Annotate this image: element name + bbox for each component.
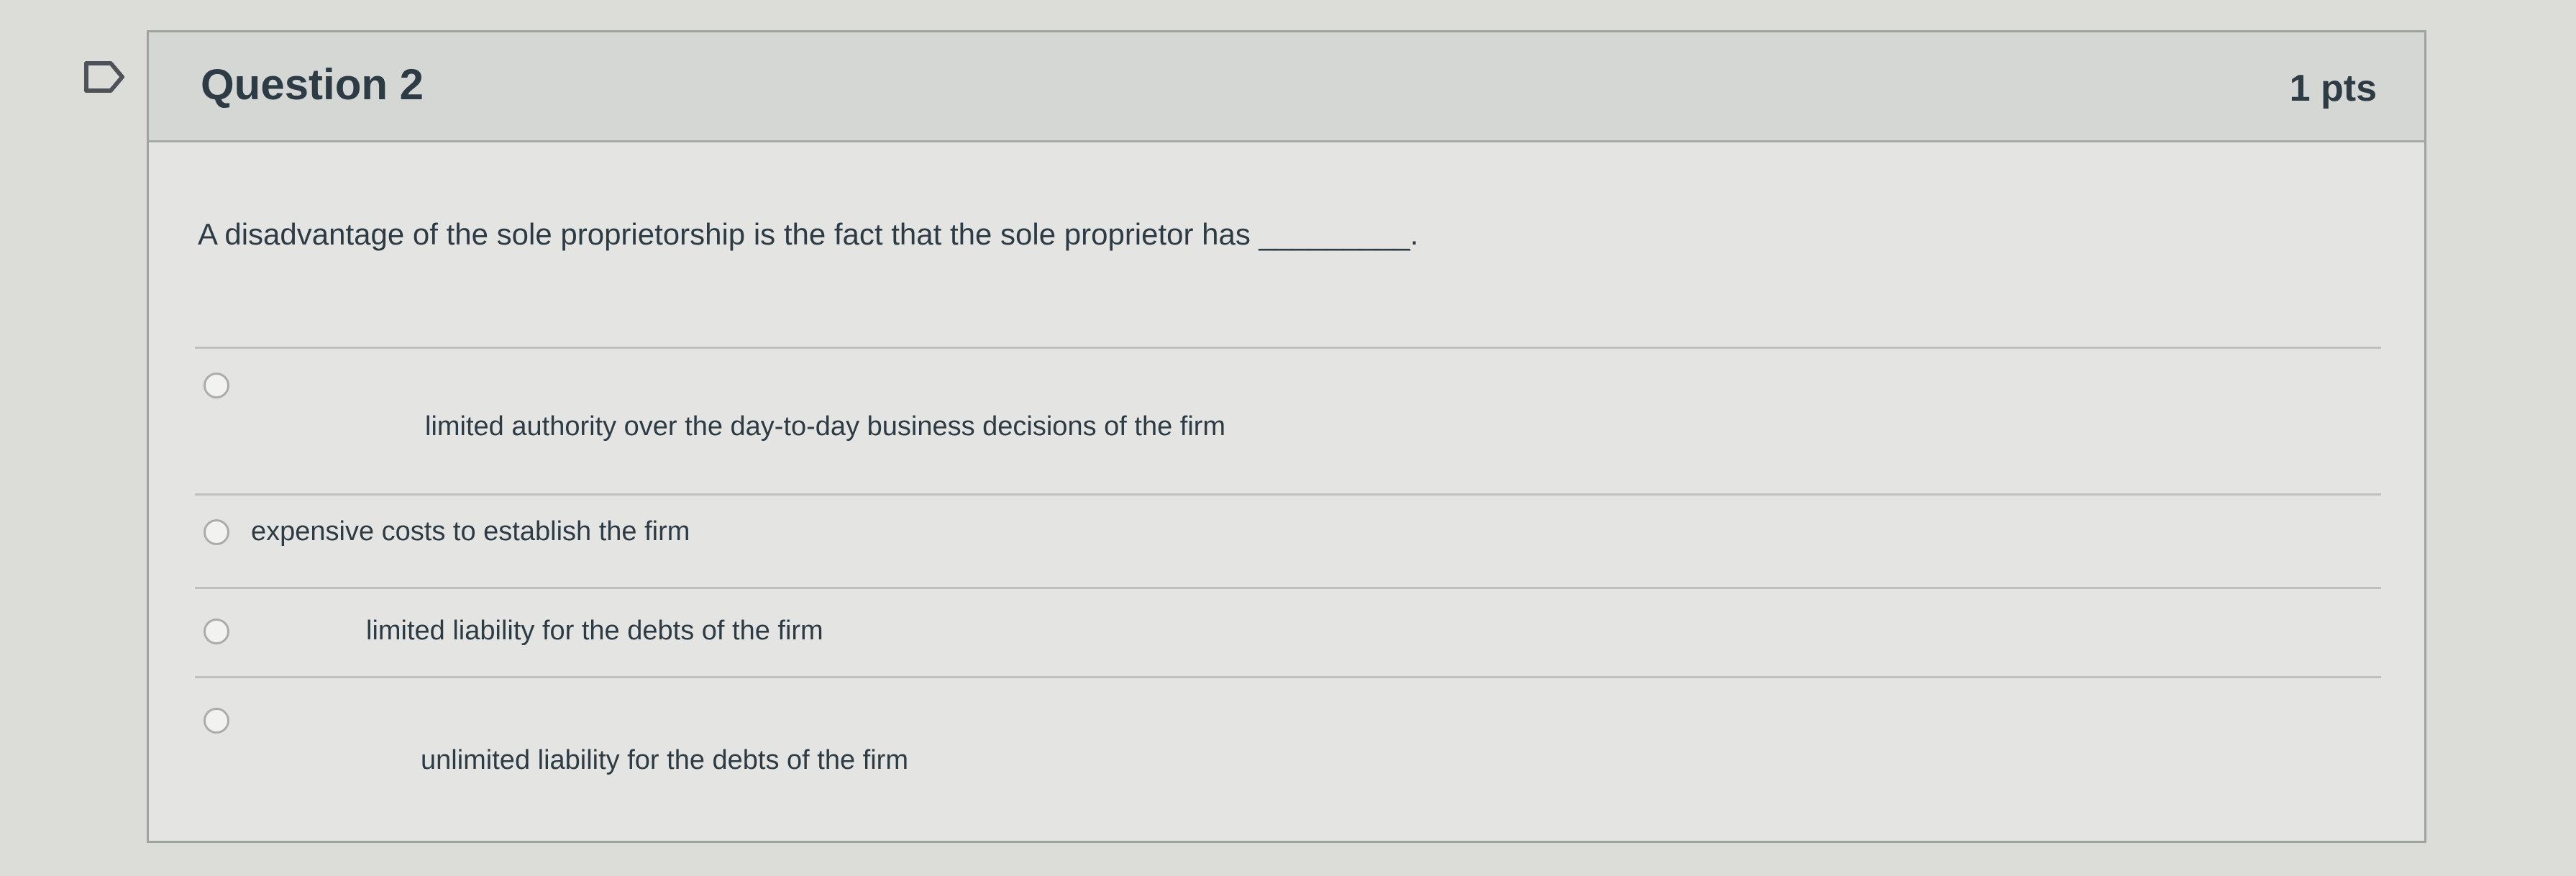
answer-divider [195,676,2381,678]
answer-option-3[interactable]: limited liability for the debts of the f… [149,610,2421,696]
answer-divider [195,347,2381,349]
answer-option-2[interactable]: expensive costs to establish the firm [149,516,2421,603]
question-header: Question 2 1 pts [149,32,2424,142]
answer-label: limited authority over the day-to-day bu… [425,411,1226,442]
answer-label: expensive costs to establish the firm [251,516,690,547]
flag-question-icon[interactable] [83,60,125,93]
answer-divider [195,493,2381,496]
question-card: Question 2 1 pts A disadvantage of the s… [147,30,2426,843]
radio-button-icon[interactable] [204,708,229,734]
question-body: A disadvantage of the sole proprietorshi… [149,142,2424,840]
question-points: 1 pts [2289,68,2377,109]
answer-label: unlimited liability for the debts of the… [421,745,908,775]
radio-button-icon[interactable] [204,373,229,398]
answer-option-4[interactable]: unlimited liability for the debts of the… [149,702,2421,788]
question-title: Question 2 [201,60,424,109]
radio-button-icon[interactable] [204,519,229,545]
answer-option-1[interactable]: limited authority over the day-to-day bu… [149,373,2421,459]
radio-button-icon[interactable] [204,619,229,644]
question-prompt: A disadvantage of the sole proprietorshi… [198,217,1419,251]
answer-divider [195,587,2381,589]
answer-label: limited liability for the debts of the f… [366,616,823,646]
